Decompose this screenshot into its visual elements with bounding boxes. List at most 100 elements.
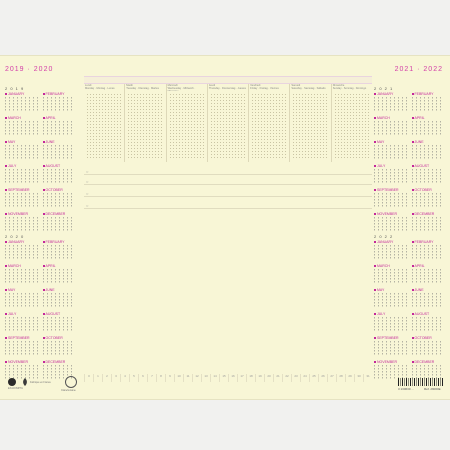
day-translations: Saturday · Samstag · Sábado	[291, 87, 326, 90]
mini-month: SEPTEMBER	[5, 336, 38, 356]
ruler-tick: 13	[201, 374, 210, 382]
mini-month: MARCH	[5, 116, 38, 136]
day-header: Dimanche Sunday · Sonntag · Domingo	[332, 84, 372, 91]
ruler-tick: 28	[336, 374, 345, 382]
brand-logo-icon	[8, 378, 16, 386]
ruler-tick: 22	[282, 374, 291, 382]
mini-month: MAY	[374, 140, 407, 160]
month-day-grid	[5, 269, 38, 284]
month-name: MARCH	[5, 264, 38, 268]
mini-month: NOVEMBER	[374, 360, 407, 380]
ruler-tick: 9	[165, 374, 174, 382]
mini-month: JULY	[374, 312, 407, 332]
ruler-tick: 11	[183, 374, 192, 382]
month-day-grid	[5, 121, 38, 136]
month-day-grid	[374, 293, 407, 308]
month-day-grid	[411, 269, 444, 284]
ruler-tick: 31	[363, 374, 372, 382]
month-day-grid	[411, 145, 444, 160]
right-years-title: 2021 · 2022	[394, 66, 443, 73]
month-name: OCTOBER	[43, 336, 76, 340]
month-name: AUGUST	[43, 312, 76, 316]
dot-grid	[209, 93, 247, 160]
mini-month: AUGUST	[411, 312, 444, 332]
mini-month: APRIL	[411, 116, 444, 136]
month-day-grid	[411, 169, 444, 184]
ruler-tick: 14	[210, 374, 219, 382]
month-grid: JANUARY FEBRUARY MARCH APRIL MAY JUNE JULY AUGU…	[374, 240, 444, 380]
mini-month: JUNE	[411, 288, 444, 308]
mini-month: OCTOBER	[42, 188, 75, 208]
day-column: Samedi Saturday · Samstag · Sábado	[289, 84, 330, 162]
day-header: Vendredi Friday · Freitag · Viernes	[249, 84, 289, 91]
month-name: JANUARY	[5, 92, 38, 96]
month-day-grid	[5, 317, 38, 332]
day-header: MercrediWednesday · Mittwoch · Miércoles	[167, 84, 207, 91]
month-day-grid	[411, 97, 444, 112]
mini-month: FEBRUARY	[411, 92, 444, 112]
month-day-grid	[374, 145, 407, 160]
logo-text-2: Fabriqué en France	[30, 381, 51, 384]
month-day-grid	[411, 245, 444, 260]
month-name: MAY	[374, 140, 407, 144]
month-day-grid	[374, 317, 407, 332]
mini-month: JANUARY	[5, 240, 38, 260]
barcode-number: 3 130630 …	[398, 387, 415, 391]
month-name: OCTOBER	[412, 336, 445, 340]
mini-month: MAY	[5, 140, 38, 160]
ruler-tick: 19	[255, 374, 264, 382]
mini-month: JUNE	[411, 140, 445, 160]
month-name: JANUARY	[374, 92, 407, 96]
mini-month: DECEMBER	[411, 212, 444, 232]
day-translations: Friday · Freitag · Viernes	[250, 87, 279, 90]
month-day-grid	[42, 341, 75, 356]
month-name: APRIL	[43, 264, 76, 268]
month-grid: JANUARY FEBRUARY MARCH APRIL MAY JUNE JULY AUGU…	[5, 240, 75, 380]
mini-month: MAY	[374, 288, 407, 308]
month-name: DECEMBER	[412, 360, 445, 364]
month-name: JULY	[5, 312, 38, 316]
ruler-tick: 7	[147, 374, 156, 382]
day-translations: Sunday · Sonntag · Domingo	[332, 87, 367, 90]
mini-month: OCTOBER	[411, 336, 445, 356]
month-name: SEPTEMBER	[5, 188, 38, 192]
day-header: Lundi Monday · Montag · Lunes	[84, 84, 124, 91]
month-name: MAY	[5, 140, 38, 144]
day-column: Mardi Tuesday · Dienstag · Martes	[124, 84, 165, 162]
month-day-grid	[42, 121, 75, 136]
month-name: FEBRUARY	[43, 92, 76, 96]
month-name: MARCH	[5, 116, 38, 120]
month-name: NOVEMBER	[5, 212, 38, 216]
left-years-title: 2019 · 2020	[5, 66, 54, 73]
month-day-grid	[411, 217, 444, 232]
mini-month: MARCH	[374, 264, 407, 284]
ruler-tick: 29	[345, 374, 354, 382]
note-line	[84, 174, 372, 175]
right-calendar-column: 2 0 2 1 JANUARY FEBRUARY MARCH APRIL MAY JUNE J…	[374, 84, 444, 380]
month-name: SEPTEMBER	[5, 336, 38, 340]
mini-month: JANUARY	[374, 92, 407, 112]
month-name: APRIL	[412, 264, 445, 268]
mini-month: JULY	[5, 312, 38, 332]
ruler-tick: 30	[354, 374, 363, 382]
month-name: NOVEMBER	[374, 212, 407, 216]
month-day-grid	[5, 97, 38, 112]
mini-month: SEPTEMBER	[374, 336, 407, 356]
ruler-tick: 12	[192, 374, 201, 382]
month-day-grid	[411, 317, 444, 332]
month-day-grid	[374, 269, 407, 284]
month-name: FEBRUARY	[43, 240, 76, 244]
ruler-tick: 25	[309, 374, 318, 382]
ruler-tick: 17	[237, 374, 246, 382]
month-day-grid	[42, 293, 75, 308]
ruler-tick: 26	[318, 374, 327, 382]
mini-month: FEBRUARY	[42, 92, 76, 112]
month-name: JULY	[374, 312, 407, 316]
logo-text-1: EXACOMPTA	[8, 387, 23, 390]
dot-grid	[292, 93, 329, 160]
footer-logos: EXACOMPTA Fabriqué en France Clairefonta…	[8, 374, 78, 394]
ruler-tick: 4	[120, 374, 129, 382]
month-name: JUNE	[412, 140, 445, 144]
reference-code: Réf. 29000E	[424, 387, 441, 391]
month-day-grid	[374, 97, 407, 112]
